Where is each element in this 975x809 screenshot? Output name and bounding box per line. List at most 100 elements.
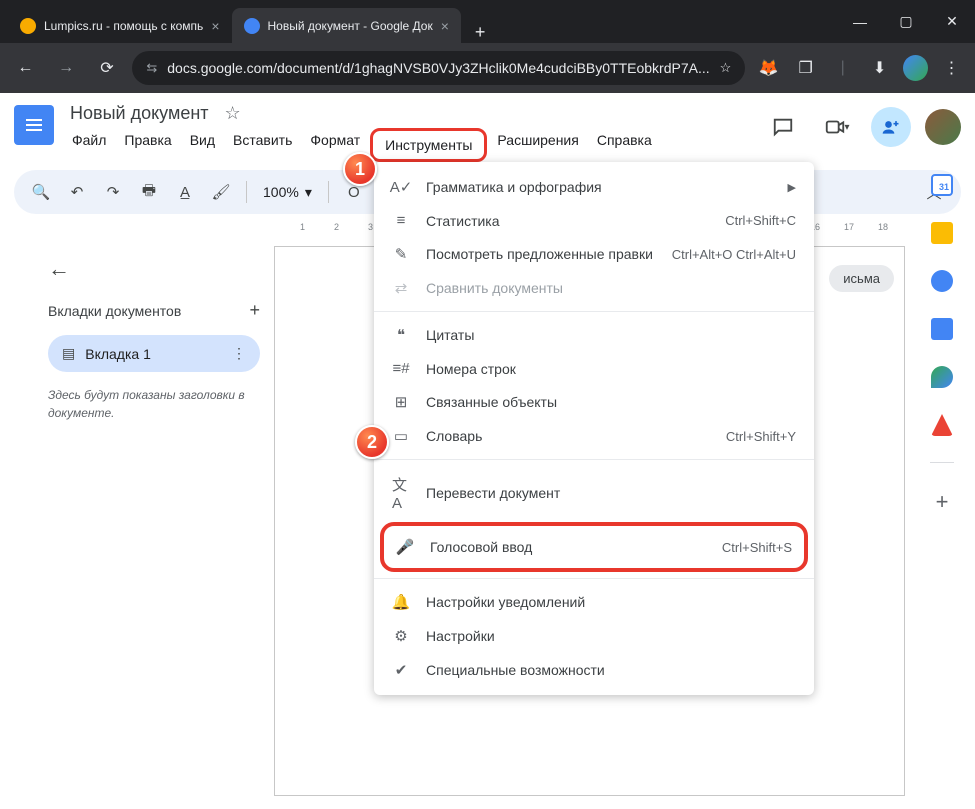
- tab-icon: ▤: [62, 345, 75, 362]
- menu-item[interactable]: ⚙Настройки: [374, 619, 814, 653]
- menu-separator: [374, 578, 814, 579]
- menu-item-icon: ≡#: [392, 360, 410, 377]
- undo-icon[interactable]: ↶: [62, 177, 92, 207]
- callout-2: 2: [355, 425, 389, 459]
- menu-item-icon: ✔: [392, 661, 410, 679]
- comments-button[interactable]: [763, 107, 803, 147]
- contacts-icon[interactable]: [931, 318, 953, 340]
- favicon: [244, 18, 260, 34]
- building-block-chip[interactable]: исьма: [829, 265, 894, 292]
- site-info-icon[interactable]: ⇆: [146, 60, 157, 76]
- menu-extensions[interactable]: Расширения: [489, 128, 586, 162]
- calendar-icon[interactable]: 31: [931, 174, 953, 196]
- address-bar[interactable]: ⇆ docs.google.com/document/d/1ghagNVSB0V…: [132, 51, 745, 85]
- close-icon[interactable]: ×: [211, 18, 219, 34]
- share-button[interactable]: [871, 107, 911, 147]
- favicon: [20, 18, 36, 34]
- menu-item[interactable]: ⊞Связанные объекты: [374, 385, 814, 419]
- search-icon[interactable]: 🔍: [26, 177, 56, 207]
- doc-title[interactable]: Новый документ: [64, 101, 215, 126]
- menubar: Файл Правка Вид Вставить Формат Инструме…: [64, 128, 753, 162]
- close-window-button[interactable]: ✕: [929, 0, 975, 43]
- add-tab-icon[interactable]: +: [249, 300, 260, 321]
- extension-icon-1[interactable]: 🦊: [755, 54, 782, 82]
- menu-item-label: Словарь: [426, 428, 710, 444]
- close-icon[interactable]: ×: [441, 18, 449, 34]
- menu-item[interactable]: ❝ Цитаты: [374, 318, 814, 352]
- menu-separator: [374, 459, 814, 460]
- url-text: docs.google.com/document/d/1ghagNVSB0VJy…: [167, 60, 709, 76]
- forward-button[interactable]: →: [51, 52, 82, 84]
- meet-button[interactable]: ▾: [817, 107, 857, 147]
- sidebar-hint: Здесь будут показаны заголовки в докумен…: [48, 386, 260, 422]
- menu-item-label: Специальные возможности: [426, 662, 796, 678]
- tab-label: Вкладка 1: [85, 346, 151, 362]
- add-addon-icon[interactable]: +: [936, 489, 949, 515]
- redo-icon[interactable]: ↷: [98, 177, 128, 207]
- menu-view[interactable]: Вид: [182, 128, 223, 162]
- menu-item-icon: ▭: [392, 427, 410, 445]
- spellcheck-icon[interactable]: A̲: [170, 177, 200, 207]
- docs-logo[interactable]: [14, 105, 54, 145]
- paint-format-icon[interactable]: 🖌: [206, 177, 236, 207]
- menu-item-label: Посмотреть предложенные правки: [426, 246, 656, 262]
- menu-item[interactable]: ✔ Специальные возможности: [374, 653, 814, 687]
- addon-icon[interactable]: [931, 414, 953, 436]
- menu-item[interactable]: ✎Посмотреть предложенные правкиCtrl+Alt+…: [374, 237, 814, 271]
- profile-avatar[interactable]: [903, 55, 928, 81]
- menu-item[interactable]: ≡СтатистикаCtrl+Shift+C: [374, 204, 814, 237]
- menu-shortcut: Ctrl+Shift+S: [722, 540, 792, 555]
- menu-item-icon: ❝: [392, 326, 410, 344]
- menu-item-icon: A✓: [392, 178, 410, 196]
- menu-help[interactable]: Справка: [589, 128, 660, 162]
- account-avatar[interactable]: [925, 109, 961, 145]
- document-tab-1[interactable]: ▤ Вкладка 1 ⋮: [48, 335, 260, 372]
- minimize-button[interactable]: —: [837, 0, 883, 43]
- print-icon[interactable]: 🖶: [134, 177, 164, 207]
- menu-item-label: Цитаты: [426, 327, 796, 343]
- menu-item-label: Настройки уведомлений: [426, 594, 796, 610]
- star-icon[interactable]: ☆: [225, 103, 241, 124]
- menu-item-icon: ⊞: [392, 393, 410, 411]
- menu-item-icon: ≡: [392, 212, 410, 229]
- downloads-icon[interactable]: ⬇: [866, 54, 893, 82]
- menu-shortcut: Ctrl+Shift+C: [725, 213, 796, 228]
- window-controls: — ▢ ✕: [837, 0, 975, 43]
- bookmark-icon[interactable]: ☆: [720, 60, 732, 76]
- tab-title: Lumpics.ru - помощь с компь: [44, 19, 203, 33]
- menu-item-icon: 🎤: [396, 538, 414, 556]
- back-button[interactable]: ←: [10, 52, 41, 84]
- extensions-icon[interactable]: ❐: [792, 54, 819, 82]
- menu-item[interactable]: 文AПеревести документ: [374, 466, 814, 520]
- tasks-icon[interactable]: [931, 270, 953, 292]
- tab-menu-icon[interactable]: ⋮: [232, 345, 246, 362]
- menu-item-label: Грамматика и орфография: [426, 179, 772, 195]
- separator: [328, 181, 329, 203]
- browser-menu-icon[interactable]: ⋮: [938, 54, 965, 82]
- menu-file[interactable]: Файл: [64, 128, 114, 162]
- reload-button[interactable]: ⟳: [92, 52, 123, 84]
- tab-title: Новый документ - Google Док: [268, 19, 433, 33]
- menu-separator: [374, 311, 814, 312]
- menu-edit[interactable]: Правка: [116, 128, 179, 162]
- maps-icon[interactable]: [931, 366, 953, 388]
- menu-item[interactable]: A✓Грамматика и орфография▶: [374, 170, 814, 204]
- menu-tools[interactable]: Инструменты: [370, 128, 487, 162]
- menu-item[interactable]: 🔔Настройки уведомлений: [374, 585, 814, 619]
- keep-icon[interactable]: [931, 222, 953, 244]
- maximize-button[interactable]: ▢: [883, 0, 929, 43]
- menu-item-label: Настройки: [426, 628, 796, 644]
- back-arrow-icon[interactable]: ←: [48, 256, 260, 282]
- browser-tab-1[interactable]: Новый документ - Google Док ×: [232, 8, 461, 43]
- menu-item-icon: 文A: [392, 474, 410, 512]
- browser-tab-0[interactable]: Lumpics.ru - помощь с компь ×: [8, 8, 232, 43]
- menu-item[interactable]: 🎤Голосовой вводCtrl+Shift+S: [380, 522, 808, 572]
- menu-item[interactable]: ▭СловарьCtrl+Shift+Y: [374, 419, 814, 453]
- menu-item[interactable]: ≡#Номера строк: [374, 352, 814, 385]
- menu-insert[interactable]: Вставить: [225, 128, 300, 162]
- new-tab-button[interactable]: +: [461, 22, 500, 43]
- separator: [246, 181, 247, 203]
- ruler-tick: 3: [368, 222, 373, 232]
- browser-toolbar: ← → ⟳ ⇆ docs.google.com/document/d/1ghag…: [0, 43, 975, 93]
- zoom-select[interactable]: 100%▾: [257, 184, 318, 201]
